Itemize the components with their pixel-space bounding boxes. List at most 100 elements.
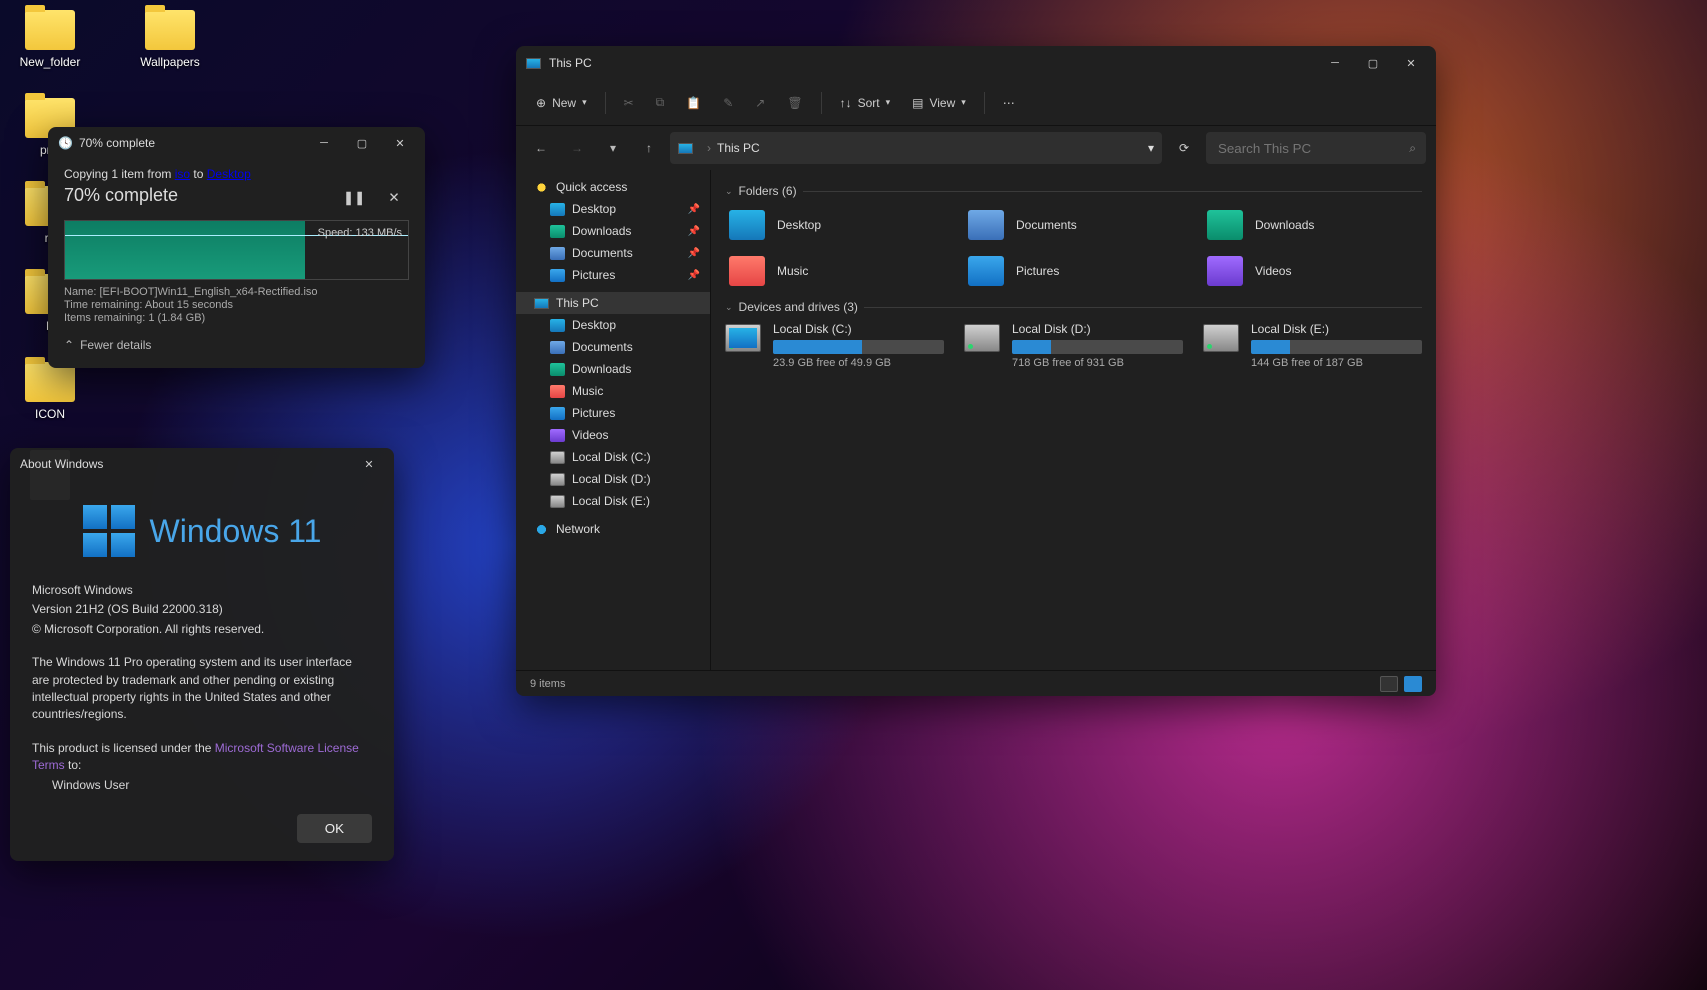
about-titlebar[interactable]: About Windows ✕	[10, 448, 394, 480]
explorer-navrow: ← → ▾ ↑ › This PC ▾ ⟳ ⌕	[516, 126, 1436, 170]
sidebar-this-pc[interactable]: This PC	[516, 292, 710, 314]
sidebar-item[interactable]: Pictures	[516, 402, 710, 424]
copy-source-line: Copying 1 item from iso to Desktop	[64, 167, 409, 181]
address-bar[interactable]: › This PC ▾	[670, 132, 1162, 164]
sidebar-item[interactable]: Downloads📌	[516, 220, 710, 242]
cut-button[interactable]: ✂	[614, 90, 644, 116]
folder-item[interactable]: Downloads	[1203, 206, 1422, 244]
sort-button[interactable]: ↑↓ Sort ▾	[830, 90, 901, 116]
folder-item[interactable]: Desktop	[725, 206, 944, 244]
drive-icon	[725, 324, 761, 352]
explorer-sidebar: Quick access Desktop📌Downloads📌Documents…	[516, 170, 711, 670]
sidebar-item[interactable]: Local Disk (E:)	[516, 490, 710, 512]
desktop-icon[interactable]: New_folder	[10, 10, 90, 69]
close-button[interactable]: ✕	[1392, 47, 1430, 79]
maximize-button[interactable]: ▢	[1354, 47, 1392, 79]
drive-item[interactable]: Local Disk (C:) 23.9 GB free of 49.9 GB	[725, 322, 944, 369]
copy-speed: Speed: 133 MB/s	[318, 227, 402, 239]
sidebar-item[interactable]: Music	[516, 380, 710, 402]
windows-logo-row: Windows 11	[32, 505, 372, 557]
chevron-down-icon[interactable]: ▾	[1148, 141, 1154, 155]
this-pc-icon	[526, 58, 541, 69]
more-button[interactable]: ⋯	[993, 90, 1025, 116]
refresh-button[interactable]: ⟳	[1168, 132, 1200, 164]
folder-item[interactable]: Music	[725, 252, 944, 290]
up-button[interactable]: ↑	[634, 133, 664, 163]
folder-icon	[1207, 210, 1243, 240]
drive-item[interactable]: Local Disk (D:) 718 GB free of 931 GB	[964, 322, 1183, 369]
search-box[interactable]: ⌕	[1206, 132, 1426, 164]
sidebar-item[interactable]: Desktop📌	[516, 198, 710, 220]
details-view-button[interactable]	[1380, 676, 1398, 692]
folder-icon	[550, 319, 565, 332]
folder-item[interactable]: Documents	[964, 206, 1183, 244]
tiles-view-button[interactable]	[1404, 676, 1422, 692]
folder-icon	[550, 247, 565, 260]
folder-icon	[550, 473, 565, 486]
new-button[interactable]: ⊕ New ▾	[526, 90, 597, 116]
folder-item[interactable]: Pictures	[964, 252, 1183, 290]
sidebar-item[interactable]: Local Disk (C:)	[516, 446, 710, 468]
sidebar-item[interactable]: Documents📌	[516, 242, 710, 264]
rename-icon: ✎	[723, 96, 733, 110]
icon-label: ICON	[10, 407, 90, 421]
close-button[interactable]: ✕	[350, 448, 388, 480]
copy-to-link[interactable]: Desktop	[207, 167, 251, 181]
cancel-button[interactable]: ✕	[379, 185, 409, 211]
close-button[interactable]: ✕	[381, 127, 419, 159]
folder-icon	[550, 363, 565, 376]
paste-icon: 📋	[686, 96, 701, 110]
maximize-button[interactable]: ▢	[343, 127, 381, 159]
folder-icon	[729, 256, 765, 286]
delete-button[interactable]: 🗑	[777, 90, 812, 116]
explorer-titlebar[interactable]: This PC ─ ▢ ✕	[516, 46, 1436, 80]
sidebar-item[interactable]: Videos	[516, 424, 710, 446]
sidebar-quick-access[interactable]: Quick access	[516, 176, 710, 198]
recent-button[interactable]: ▾	[598, 133, 628, 163]
desktop-icon[interactable]: Wallpapers	[130, 10, 210, 69]
explorer-content: ⌄ Folders (6) Desktop Documents Downloads M…	[711, 170, 1436, 670]
breadcrumb[interactable]: This PC	[717, 141, 760, 155]
explorer-toolbar: ⊕ New ▾ ✂ ⧉ 📋 ✎ ↗ 🗑 ↑↓ Sort ▾ ▤ View ▾	[516, 80, 1436, 126]
folder-icon	[550, 385, 565, 398]
copy-titlebar[interactable]: 🕓 70% complete ─ ▢ ✕	[48, 127, 425, 159]
cut-icon: ✂	[624, 96, 634, 110]
group-drives[interactable]: ⌄ Devices and drives (3)	[725, 300, 1422, 314]
desktop-icon[interactable]: ICON	[10, 362, 90, 421]
folder-icon	[145, 10, 195, 50]
icon-label: New_folder	[10, 55, 90, 69]
group-folders[interactable]: ⌄ Folders (6)	[725, 184, 1422, 198]
sidebar-item[interactable]: Desktop	[516, 314, 710, 336]
about-para: The Windows 11 Pro operating system and …	[32, 654, 372, 724]
folder-item[interactable]: Videos	[1203, 252, 1422, 290]
rename-button[interactable]: ✎	[713, 90, 743, 116]
search-input[interactable]	[1216, 140, 1401, 157]
share-button[interactable]: ↗	[745, 90, 775, 116]
share-icon: ↗	[755, 96, 765, 110]
back-button[interactable]: ←	[526, 133, 556, 163]
forward-button[interactable]: →	[562, 133, 592, 163]
sidebar-item[interactable]: Documents	[516, 336, 710, 358]
drive-item[interactable]: Local Disk (E:) 144 GB free of 187 GB	[1203, 322, 1422, 369]
network-icon	[534, 523, 549, 536]
sidebar-item[interactable]: Downloads	[516, 358, 710, 380]
sidebar-network[interactable]: Network	[516, 518, 710, 540]
pause-button[interactable]: ❚❚	[339, 185, 369, 211]
ok-button[interactable]: OK	[297, 814, 372, 843]
pin-icon: 📌	[688, 204, 700, 215]
about-line3: © Microsoft Corporation. All rights rese…	[32, 621, 372, 638]
copy-from-link[interactable]: iso	[175, 167, 190, 181]
sidebar-item[interactable]: Local Disk (D:)	[516, 468, 710, 490]
minimize-button[interactable]: ─	[305, 127, 343, 159]
about-line2: Version 21H2 (OS Build 22000.318)	[32, 601, 372, 618]
minimize-button[interactable]: ─	[1316, 47, 1354, 79]
about-title: About Windows	[20, 457, 350, 471]
view-button[interactable]: ▤ View ▾	[902, 90, 976, 116]
paste-button[interactable]: 📋	[676, 90, 711, 116]
pin-icon: 📌	[688, 226, 700, 237]
copy-button[interactable]: ⧉	[646, 89, 675, 116]
copy-name: Name: [EFI-BOOT]Win11_English_x64-Rectif…	[64, 286, 409, 298]
sidebar-item[interactable]: Pictures📌	[516, 264, 710, 286]
copy-items: Items remaining: 1 (1.84 GB)	[64, 312, 409, 324]
fewer-details-toggle[interactable]: ⌃ Fewer details	[64, 338, 409, 352]
